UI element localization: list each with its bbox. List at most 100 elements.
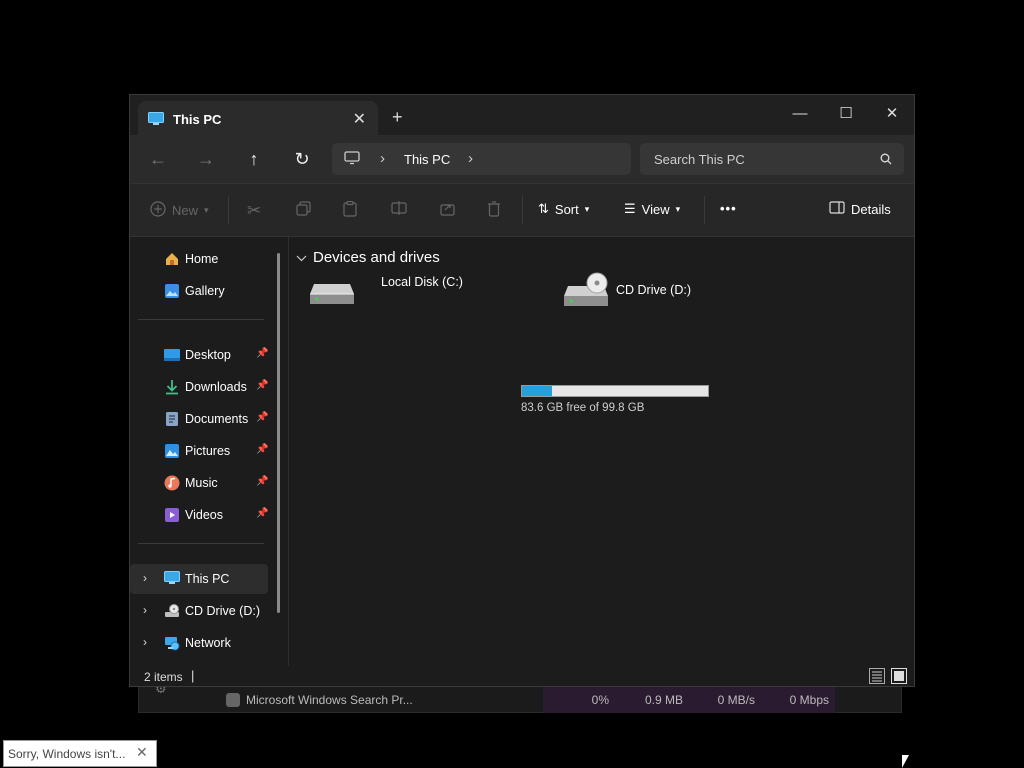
forward-button[interactable]: → xyxy=(192,147,220,171)
details-pane-icon xyxy=(829,201,845,217)
chevron-down-icon: ▾ xyxy=(204,205,209,215)
scissors-icon: ✂ xyxy=(247,201,262,220)
pictures-icon xyxy=(164,443,180,459)
monitor-icon xyxy=(344,151,360,170)
videos-icon xyxy=(164,507,180,523)
cd-drive-icon xyxy=(564,272,610,313)
memory-value: 0.9 MB xyxy=(644,693,683,707)
disk-value: 0 MB/s xyxy=(717,693,755,707)
sidebar-item-label: Home xyxy=(185,252,219,266)
command-bar: New ▾ ✂ ⇅ Sort ▾ ☰ View ▾ ••• Details xyxy=(130,183,914,237)
toolbar-divider xyxy=(522,196,523,224)
address-bar[interactable]: › This PC › xyxy=(332,143,631,175)
sidebar-item-desktop[interactable]: Desktop 📌 xyxy=(130,340,268,370)
sort-icon: ⇅ xyxy=(538,201,549,216)
sidebar-item-label: Music xyxy=(185,476,218,490)
new-tab-button[interactable]: + xyxy=(392,107,403,128)
sidebar-item-label: Documents xyxy=(185,412,249,426)
network-icon xyxy=(164,635,180,651)
refresh-button[interactable]: ↻ xyxy=(288,147,316,171)
sort-button[interactable]: ⇅ Sort ▾ xyxy=(538,201,589,217)
notification-toast[interactable]: Sorry, Windows isn't... ✕ xyxy=(3,740,157,767)
view-button[interactable]: ☰ View ▾ xyxy=(624,201,680,217)
sidebar-divider xyxy=(138,319,264,320)
process-icon xyxy=(226,693,240,707)
chevron-right-icon[interactable]: › xyxy=(143,571,147,585)
sidebar-item-downloads[interactable]: Downloads 📌 xyxy=(130,372,268,402)
search-icon[interactable] xyxy=(880,152,892,170)
breadcrumb-chevron-icon[interactable]: › xyxy=(380,150,385,167)
home-icon xyxy=(164,251,180,267)
pane-divider[interactable] xyxy=(288,237,289,666)
sidebar-item-videos[interactable]: Videos 📌 xyxy=(130,500,268,530)
breadcrumb-this-pc[interactable]: This PC xyxy=(404,152,450,167)
sidebar-item-network[interactable]: › Network xyxy=(130,628,268,658)
sidebar-item-this-pc[interactable]: › This PC xyxy=(130,564,268,594)
toast-close-button[interactable]: ✕ xyxy=(136,744,148,761)
group-header-devices[interactable]: Devices and drives xyxy=(296,249,440,266)
maximize-button[interactable]: ☐ xyxy=(823,100,869,128)
sidebar-item-pictures[interactable]: Pictures 📌 xyxy=(130,436,268,466)
mouse-cursor-icon xyxy=(902,755,909,768)
chevron-right-icon[interactable]: › xyxy=(143,635,147,649)
pin-icon: 📌 xyxy=(256,412,269,423)
view-list-icon: ☰ xyxy=(624,201,636,216)
navigation-pane: Home Gallery Desktop 📌 Downloads 📌 Docum… xyxy=(130,237,284,668)
tiles-view-icon xyxy=(894,671,904,681)
tab-this-pc[interactable]: This PC ✕ xyxy=(138,101,378,135)
details-label: Details xyxy=(851,201,891,217)
new-label: New xyxy=(172,203,199,218)
new-button[interactable]: New ▾ xyxy=(150,201,209,220)
minimize-button[interactable]: — xyxy=(777,100,823,128)
music-icon xyxy=(164,475,180,491)
chevron-down-icon: ▾ xyxy=(675,203,681,214)
breadcrumb-chevron-icon[interactable]: › xyxy=(468,150,473,167)
sidebar-item-music[interactable]: Music 📌 xyxy=(130,468,268,498)
copy-button[interactable] xyxy=(296,201,311,219)
details-pane-button[interactable]: Details xyxy=(829,201,891,217)
close-window-button[interactable]: ✕ xyxy=(869,100,914,128)
trash-icon xyxy=(487,201,501,220)
sidebar-item-documents[interactable]: Documents 📌 xyxy=(130,404,268,434)
rename-button[interactable] xyxy=(391,201,407,218)
back-button[interactable]: ← xyxy=(144,147,172,171)
list-view-icon xyxy=(872,671,882,682)
desktop-icon xyxy=(164,347,180,363)
drive-usage-fill xyxy=(522,386,553,396)
see-more-button[interactable]: ••• xyxy=(720,201,737,216)
search-input[interactable]: Search This PC xyxy=(654,152,745,167)
paste-button[interactable] xyxy=(343,200,357,220)
gallery-icon xyxy=(164,283,180,299)
sidebar-item-label: Network xyxy=(185,636,231,650)
up-button[interactable]: ↑ xyxy=(240,147,268,171)
share-button[interactable] xyxy=(440,201,455,219)
large-icons-view-button[interactable] xyxy=(891,668,907,684)
pin-icon: 📌 xyxy=(256,348,269,359)
file-explorer-window: This PC ✕ + — ☐ ✕ ← → ↑ ↻ › This PC › Se… xyxy=(129,94,915,687)
drive-local-disk-c[interactable]: Local Disk (C:) xyxy=(310,272,575,327)
network-value: 0 Mbps xyxy=(789,693,829,707)
chevron-right-icon[interactable]: › xyxy=(143,603,147,617)
sidebar-item-gallery[interactable]: Gallery xyxy=(130,276,268,306)
process-name: Microsoft Windows Search Pr... xyxy=(246,693,413,707)
drive-cd-drive-d[interactable]: CD Drive (D:) xyxy=(564,272,744,327)
this-pc-icon xyxy=(148,112,164,131)
task-manager-row: ⚙ Microsoft Windows Search Pr... 0% 0.9 … xyxy=(138,681,902,713)
sidebar-scrollbar[interactable] xyxy=(277,253,280,613)
delete-button[interactable] xyxy=(487,201,501,220)
chevron-down-icon: ▾ xyxy=(584,203,590,214)
sidebar-item-label: Pictures xyxy=(185,444,231,458)
cut-button[interactable]: ✂ xyxy=(247,201,261,221)
hard-drive-icon xyxy=(310,282,354,311)
sidebar-item-home[interactable]: Home xyxy=(130,244,268,274)
sidebar-item-label: CD Drive (D:) xyxy=(185,604,260,618)
rename-icon xyxy=(391,201,407,218)
title-bar: This PC ✕ + — ☐ ✕ xyxy=(130,95,914,135)
group-header-label: Devices and drives xyxy=(313,249,440,266)
search-box[interactable]: Search This PC xyxy=(640,143,904,175)
sidebar-item-cd-drive[interactable]: › CD Drive (D:) xyxy=(130,596,268,626)
tab-close-button[interactable]: ✕ xyxy=(353,109,366,129)
pin-icon: 📌 xyxy=(256,476,269,487)
details-view-button[interactable] xyxy=(869,668,885,684)
status-separator: | xyxy=(191,668,195,683)
